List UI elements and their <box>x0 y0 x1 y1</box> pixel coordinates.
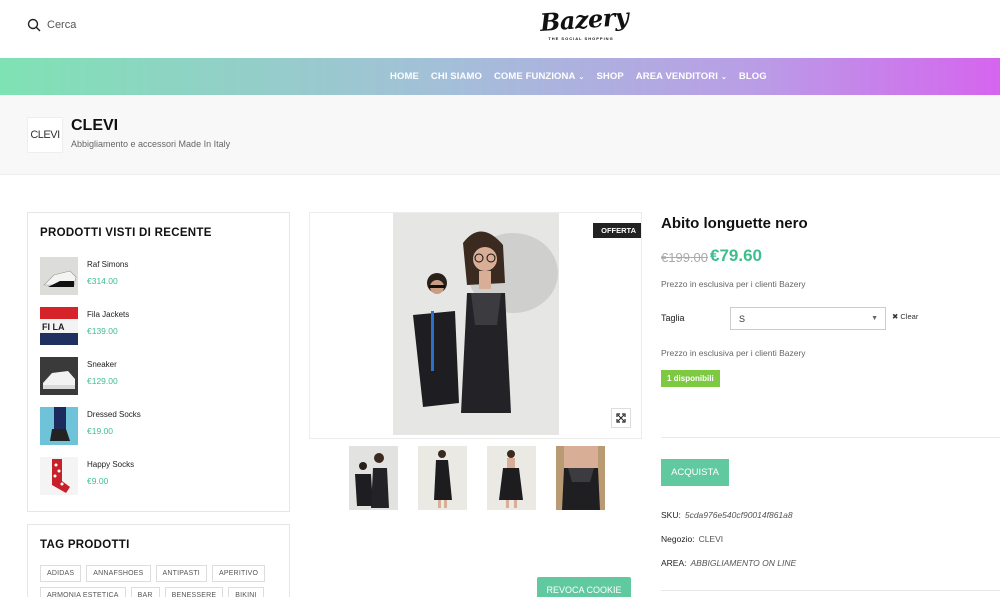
recent-item-price: €9.00 <box>87 476 109 486</box>
recent-item[interactable]: FI LA Fila Jackets €139.00 <box>40 307 141 357</box>
recent-item-price: €139.00 <box>87 326 118 336</box>
widget-title: PRODOTTI VISTI DI RECENTE <box>40 227 212 239</box>
tag-bar[interactable]: BAR <box>130 587 160 597</box>
gallery-thumb[interactable] <box>349 446 398 510</box>
chevron-down-icon: ⌄ <box>578 74 585 81</box>
shop-label: Negozio: <box>661 534 695 544</box>
tag-armonia-estetica[interactable]: ARMONIA ESTETICA <box>40 587 126 597</box>
recent-item-name: Dressed Socks <box>87 410 141 419</box>
size-label: Taglia <box>661 313 685 323</box>
sku-value: 5cda976e540cf90014f861a8 <box>684 510 793 520</box>
stock-badge: 1 disponibili <box>661 370 720 387</box>
nav-item-blog[interactable]: BLOG <box>739 71 767 82</box>
recent-item-name: Raf Simons <box>87 260 129 269</box>
sale-price: €79.60 <box>710 246 762 265</box>
shop-link[interactable]: CLEVI <box>699 534 724 544</box>
search-icon <box>27 18 41 32</box>
close-icon: ✖ <box>892 312 899 321</box>
tag-antipasti[interactable]: ANTIPASTI <box>155 565 207 582</box>
recent-item[interactable]: Happy Socks €9.00 <box>40 457 141 507</box>
tag-aperitivo[interactable]: APERITIVO <box>211 565 266 582</box>
gallery-thumbnails <box>349 446 605 510</box>
nav-item-chi-siamo[interactable]: CHI SIAMO <box>431 71 482 82</box>
product-thumbnail: FI LA <box>40 307 78 345</box>
tag-annafshoes[interactable]: ANNAFSHOES <box>86 565 151 582</box>
area-link[interactable]: ABBIGLIAMENTO ON LINE <box>691 558 797 568</box>
recent-item-name: Sneaker <box>87 360 117 369</box>
nav-item-area-venditori[interactable]: AREA VENDITORI ⌄ <box>636 71 727 82</box>
recent-item-price: €129.00 <box>87 376 118 386</box>
recent-item[interactable]: Dressed Socks €19.00 <box>40 407 141 457</box>
recent-item[interactable]: Sneaker €129.00 <box>40 357 141 407</box>
product-thumbnail <box>40 407 78 445</box>
size-select-value: S <box>739 314 746 324</box>
recent-products-widget: PRODOTTI VISTI DI RECENTE Raf Simons €31… <box>27 212 290 512</box>
main-nav: HOME CHI SIAMO COME FUNZIONA ⌄ SHOP AREA … <box>0 58 1000 95</box>
tag-bikini[interactable]: BIKINI <box>228 587 264 597</box>
vendor-logo[interactable]: CLEVI <box>27 117 63 153</box>
tag-adidas[interactable]: ADIDAS <box>40 565 82 582</box>
divider <box>661 437 1000 438</box>
area-row: AREA: ABBIGLIAMENTO ON LINE <box>661 558 796 568</box>
recent-item-name: Fila Jackets <box>87 310 130 319</box>
sku-label: SKU: <box>661 510 681 520</box>
product-gallery: OFFERTA <box>309 212 642 439</box>
nav-item-shop[interactable]: SHOP <box>596 71 623 82</box>
product-main-image[interactable] <box>393 213 559 435</box>
logo-tagline: THE SOCIAL SHOPPING <box>548 36 614 41</box>
buy-button[interactable]: ACQUISTA <box>661 459 729 486</box>
product-thumbnail <box>40 357 78 395</box>
product-tags-widget: TAG PRODOTTI ADIDAS ANNAFSHOES ANTIPASTI… <box>27 524 290 597</box>
gallery-thumb[interactable] <box>556 446 605 510</box>
vendor-header: CLEVI CLEVI Abbigliamento e accessori Ma… <box>0 95 1000 175</box>
chevron-down-icon: ⌄ <box>720 74 727 81</box>
gallery-thumb[interactable] <box>418 446 467 510</box>
nav-item-come-funziona[interactable]: COME FUNZIONA ⌄ <box>494 71 585 82</box>
exclusive-price-note: Prezzo in esclusiva per i clienti Bazery <box>661 348 806 358</box>
product-title: Abito longuette nero <box>661 215 808 232</box>
clear-button[interactable]: ✖ Clear <box>892 312 918 321</box>
exclusive-price-note: Prezzo in esclusiva per i clienti Bazery <box>661 279 806 289</box>
area-label: AREA: <box>661 558 687 568</box>
recent-item-price: €19.00 <box>87 426 113 436</box>
recent-item[interactable]: Raf Simons €314.00 <box>40 257 141 307</box>
nav-item-home[interactable]: HOME <box>390 71 419 82</box>
size-select[interactable]: S ▼ <box>730 307 886 330</box>
offer-badge: OFFERTA <box>593 223 641 238</box>
clear-label: Clear <box>900 312 919 321</box>
vendor-name[interactable]: CLEVI <box>71 117 118 135</box>
caret-down-icon: ▼ <box>871 315 878 322</box>
product-thumbnail <box>40 257 78 295</box>
widget-title: TAG PRODOTTI <box>40 539 130 551</box>
divider <box>661 590 1000 591</box>
site-logo[interactable]: Bazery THE SOCIAL SHOPPING <box>539 2 629 48</box>
expand-icon <box>616 413 626 423</box>
vendor-description: Abbigliamento e accessori Made In Italy <box>71 139 231 149</box>
recent-item-name: Happy Socks <box>87 460 135 469</box>
product-thumbnail <box>40 457 78 495</box>
search-button[interactable]: Cerca <box>27 18 76 32</box>
zoom-button[interactable] <box>611 408 631 428</box>
revoke-cookie-button[interactable]: REVOCA COOKIE <box>537 577 631 597</box>
shop-row: Negozio: CLEVI <box>661 534 723 544</box>
top-bar: Cerca Bazery THE SOCIAL SHOPPING <box>0 0 1000 58</box>
gallery-thumb[interactable] <box>487 446 536 510</box>
search-label: Cerca <box>47 19 77 31</box>
recent-item-price: €314.00 <box>87 276 118 286</box>
tag-benessere[interactable]: BENESSERE <box>164 587 224 597</box>
svg-text:FI LA: FI LA <box>42 322 65 332</box>
old-price: €199.00 <box>661 250 708 265</box>
sku-row: SKU: 5cda976e540cf90014f861a8 <box>661 510 793 520</box>
logo-wordmark: Bazery <box>539 1 630 38</box>
